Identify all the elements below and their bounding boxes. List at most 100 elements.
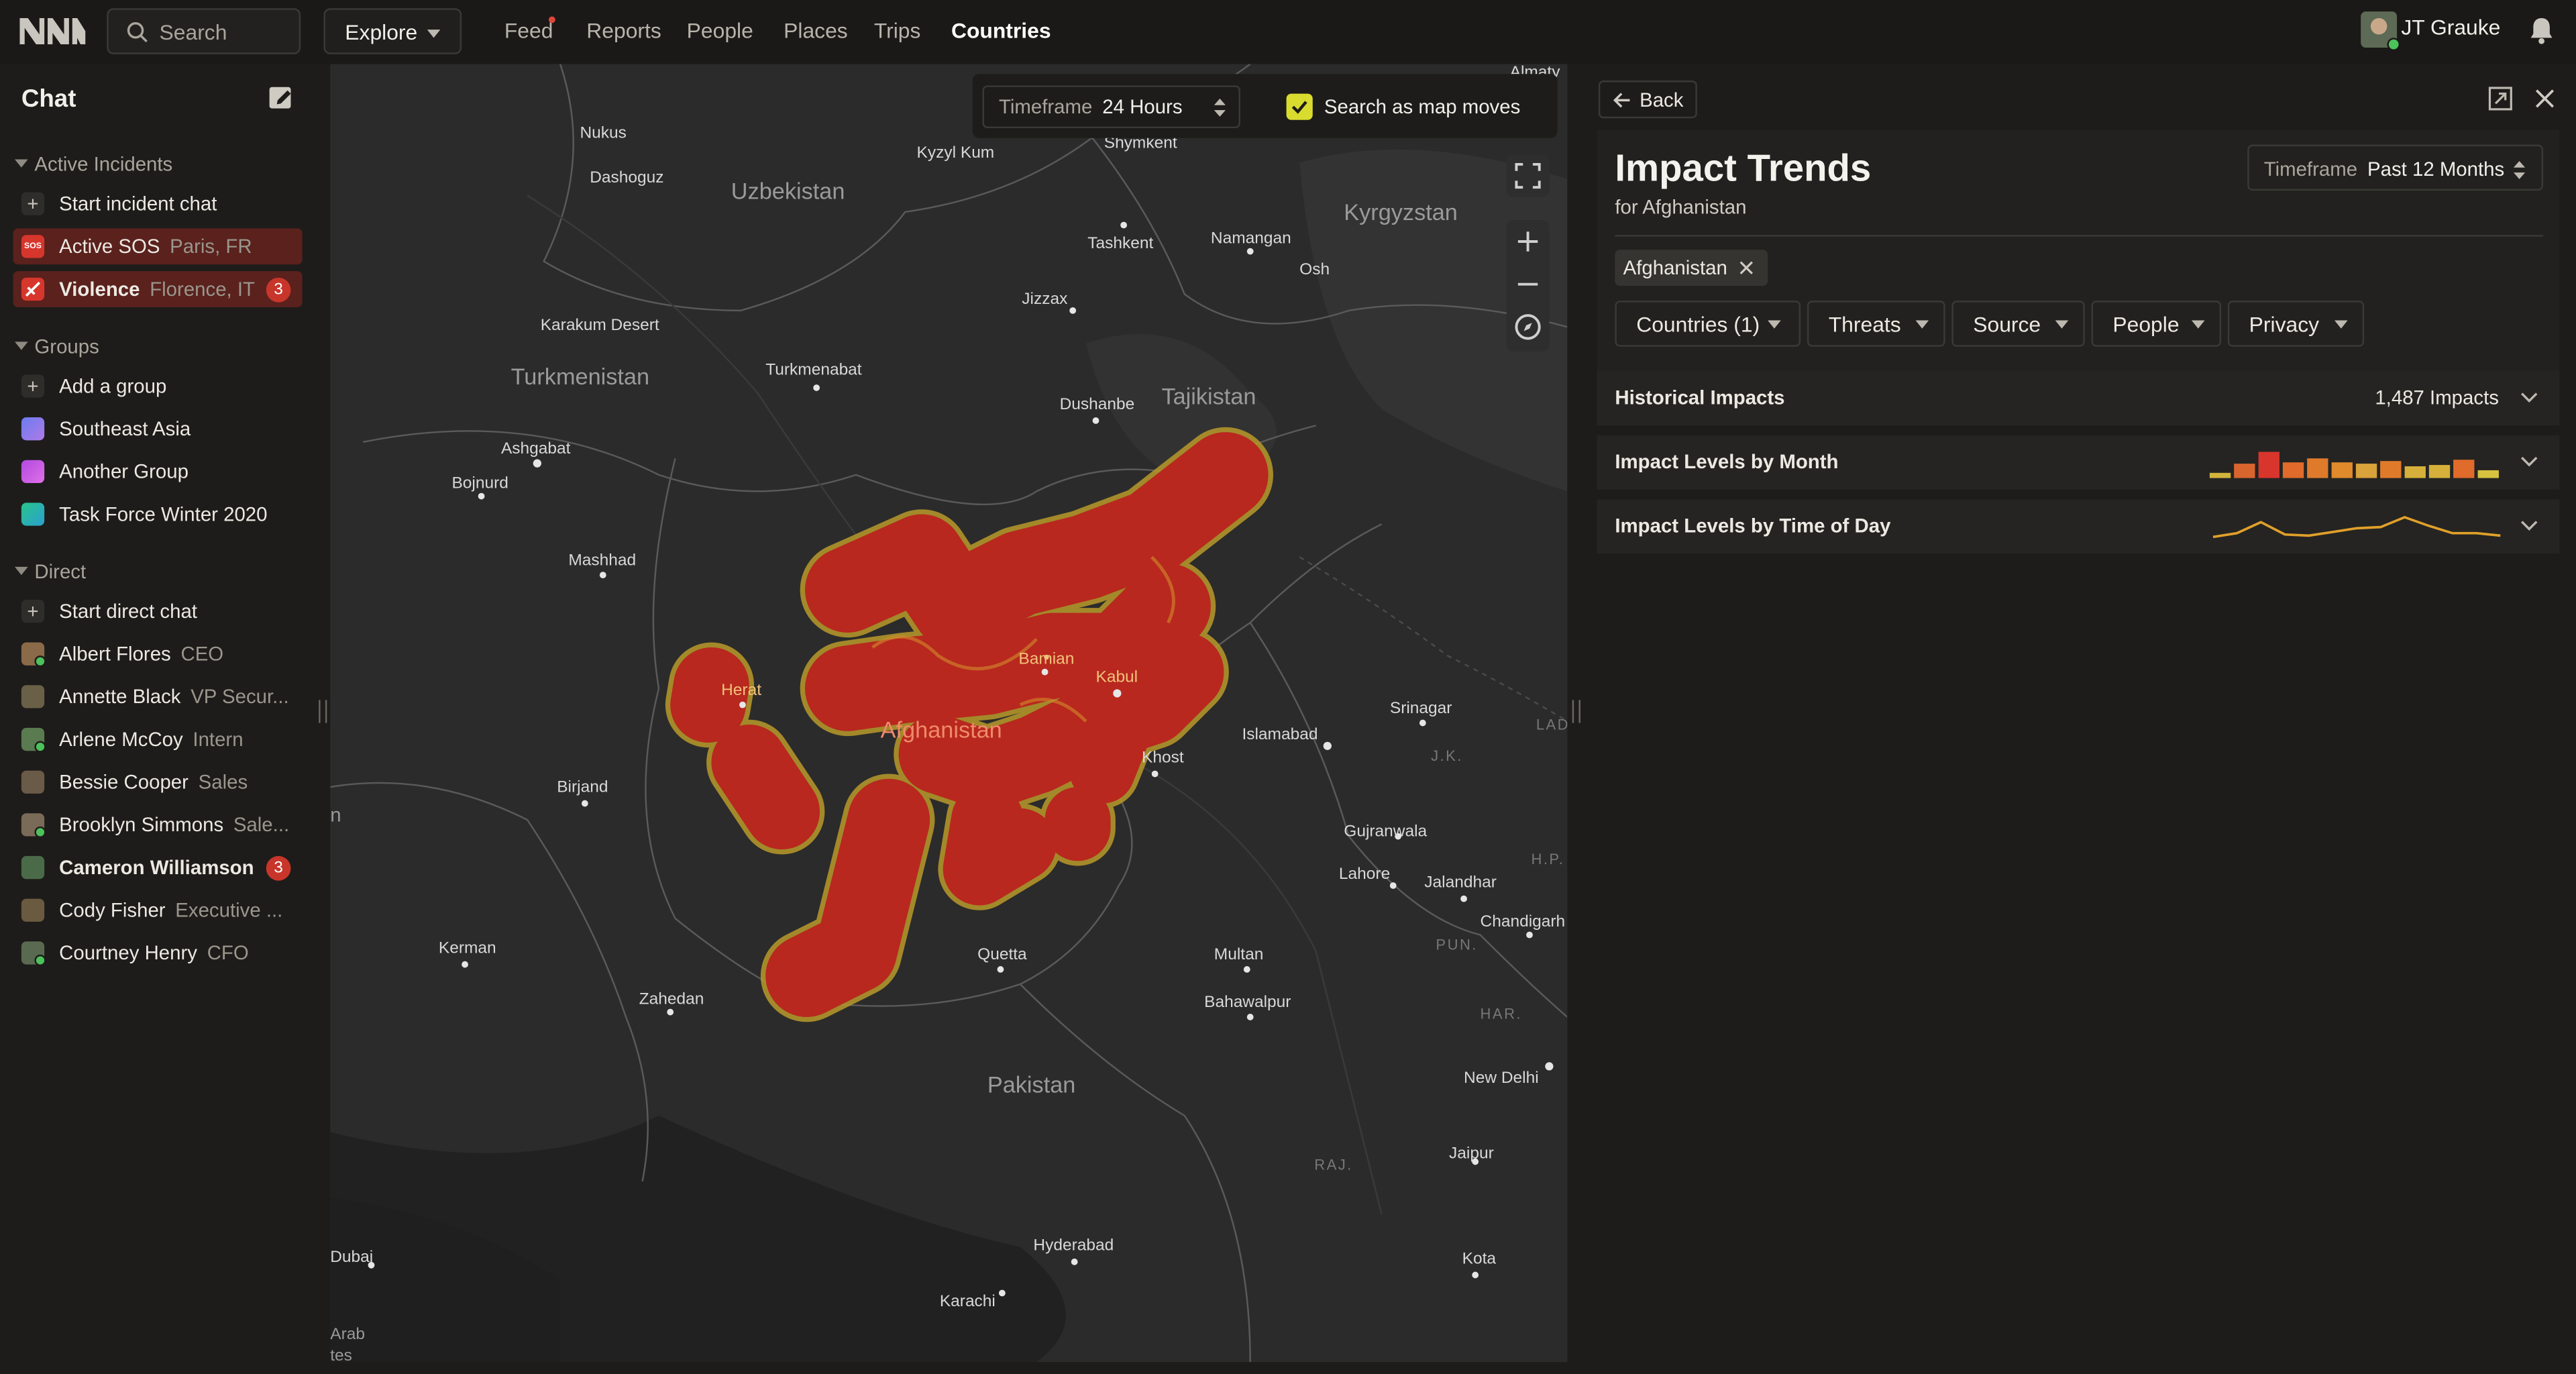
compass-icon[interactable] <box>1507 306 1550 349</box>
start-direct-chat-button[interactable]: + Start direct chat <box>13 593 303 629</box>
direct-item-albert-flores[interactable]: Albert Flores CEO <box>13 636 303 672</box>
contact-role: VP Secur... <box>191 685 289 708</box>
map-label-city: Islamabad <box>1242 726 1318 745</box>
direct-item-cameron-williamson[interactable]: Cameron Williamson 3 <box>13 849 303 886</box>
map-label-city: Zahedan <box>639 990 704 1009</box>
accordion-impact-by-month[interactable]: Impact Levels by Month <box>1597 435 2560 490</box>
contact-role: Intern <box>193 727 244 751</box>
section-groups[interactable]: Groups <box>15 335 99 358</box>
nav-countries[interactable]: Countries <box>951 18 1051 43</box>
incident-item-active-sos[interactable]: SOS Active SOS Paris, FR <box>13 228 303 265</box>
fullscreen-button[interactable] <box>1506 154 1550 197</box>
zoom-in-icon[interactable] <box>1507 220 1550 263</box>
add-group-button[interactable]: + Add a group <box>13 368 303 405</box>
back-button[interactable]: Back <box>1598 81 1697 119</box>
nav-trips[interactable]: Trips <box>874 18 921 43</box>
panel-timeframe-select[interactable]: Timeframe Past 12 Months <box>2247 144 2544 191</box>
back-label: Back <box>1640 89 1684 112</box>
panel-title: Impact Trends <box>1615 146 1872 189</box>
chevron-down-icon <box>2521 456 2538 467</box>
online-status-dot <box>34 954 46 967</box>
map-view[interactable]: Uzbekistan Kyrgyzstan Turkmenistan Tajik… <box>330 64 1568 1363</box>
group-label: Southeast Asia <box>59 417 191 441</box>
nav-people[interactable]: People <box>687 18 753 43</box>
violence-icon <box>21 277 45 301</box>
month-bar <box>2282 462 2304 478</box>
map-base-layer <box>330 64 1568 1363</box>
contact-name: Albert Flores <box>59 642 171 666</box>
direct-item-arlene-mccoy[interactable]: Arlene McCoy Intern <box>13 721 303 757</box>
start-incident-chat-button[interactable]: + Start incident chat <box>13 186 303 222</box>
accordion-historical-impacts[interactable]: Historical Impacts 1,487 Impacts <box>1597 371 2560 426</box>
direct-item-brooklyn-simmons[interactable]: Brooklyn Simmons Sale... <box>13 806 303 843</box>
group-item-southeast-asia[interactable]: Southeast Asia <box>13 411 303 447</box>
user-name[interactable]: JT Grauke <box>2401 15 2500 40</box>
direct-item-courtney-henry[interactable]: Courtney Henry CFO <box>13 935 303 971</box>
group-item-another-group[interactable]: Another Group <box>13 454 303 490</box>
filter-privacy-dropdown[interactable]: Privacy <box>2227 301 2365 347</box>
filter-source-dropdown[interactable]: Source <box>1951 301 2085 347</box>
direct-item-cody-fisher[interactable]: Cody Fisher Executive ... <box>13 892 303 929</box>
close-icon[interactable] <box>2533 87 2556 110</box>
map-label-city: Khost <box>1142 749 1184 768</box>
online-status-dot <box>34 826 46 838</box>
expand-panel-icon[interactable] <box>2487 85 2514 111</box>
app-logo[interactable] <box>19 17 86 45</box>
chevron-down-icon <box>2521 392 2538 403</box>
chevron-down-icon <box>15 566 28 576</box>
map-label-region: LAD <box>1536 716 1568 733</box>
map-label-city: Dushanbe <box>1059 396 1135 415</box>
search-input[interactable]: Search <box>107 8 301 54</box>
avatar <box>21 685 45 708</box>
section-active-incidents[interactable]: Active Incidents <box>15 153 172 176</box>
filter-threats-dropdown[interactable]: Threats <box>1807 301 1945 347</box>
map-label-city: Dashoguz <box>590 169 664 188</box>
unread-badge: 3 <box>266 277 291 303</box>
filter-countries-dropdown[interactable]: Countries (1) <box>1615 301 1801 347</box>
panel-subtitle: for Afghanistan <box>1615 195 1747 219</box>
map-label-city: Kabul <box>1095 668 1138 687</box>
user-avatar[interactable] <box>2361 11 2400 51</box>
panel-resize-handle[interactable] <box>1572 700 1580 723</box>
sidebar-resize-handle[interactable] <box>319 700 327 723</box>
map-label-city: Dubai <box>330 1249 374 1267</box>
group-avatar <box>21 460 45 484</box>
chevron-down-icon <box>427 30 441 38</box>
contact-name: Cody Fisher <box>59 898 166 922</box>
map-label-city: n <box>330 803 341 827</box>
map-label-city: Turkmenabat <box>765 361 862 380</box>
month-bar <box>2477 470 2499 478</box>
contact-role: CFO <box>207 941 249 965</box>
map-label-city: Ashgabat <box>500 440 571 459</box>
map-toolbar: Timeframe 24 Hours Search as map moves <box>972 74 1558 138</box>
bell-icon[interactable] <box>2528 16 2555 44</box>
search-as-moves-checkbox[interactable] <box>1286 93 1313 120</box>
accordion-impact-by-time-of-day[interactable]: Impact Levels by Time of Day <box>1597 499 2560 554</box>
contact-name: Cameron Williamson <box>59 855 254 880</box>
month-bar <box>2453 460 2475 478</box>
direct-item-bessie-cooper[interactable]: Bessie Cooper Sales <box>13 764 303 800</box>
section-direct[interactable]: Direct <box>15 560 86 583</box>
map-label-city: Gujranwala <box>1344 823 1428 841</box>
direct-item-annette-black[interactable]: Annette Black VP Secur... <box>13 678 303 715</box>
filter-people-dropdown[interactable]: People <box>2091 301 2222 347</box>
search-as-moves-label[interactable]: Search as map moves <box>1324 95 1520 118</box>
remove-tag-icon[interactable] <box>1738 260 1754 276</box>
nav-feed[interactable]: Feed <box>504 18 553 43</box>
zoom-out-icon[interactable] <box>1507 263 1550 306</box>
contact-name: Courtney Henry <box>59 941 197 965</box>
contact-role: CEO <box>180 642 224 666</box>
section-label: Direct <box>34 560 87 584</box>
explore-dropdown[interactable]: Explore <box>323 8 462 54</box>
compose-icon[interactable] <box>268 84 294 110</box>
map-timeframe-select[interactable]: Timeframe 24 Hours <box>982 85 1240 129</box>
nav-reports[interactable]: Reports <box>586 18 661 43</box>
group-item-task-force[interactable]: Task Force Winter 2020 <box>13 496 303 533</box>
month-bar <box>2307 458 2328 478</box>
chevron-down-icon <box>15 159 28 168</box>
checkmark-icon <box>1291 101 1307 114</box>
explore-label: Explore <box>345 19 418 45</box>
incident-item-violence[interactable]: Violence Florence, IT 3 <box>13 271 303 307</box>
nav-places[interactable]: Places <box>784 18 848 43</box>
map-label-city: Karakum Desert <box>540 317 659 335</box>
